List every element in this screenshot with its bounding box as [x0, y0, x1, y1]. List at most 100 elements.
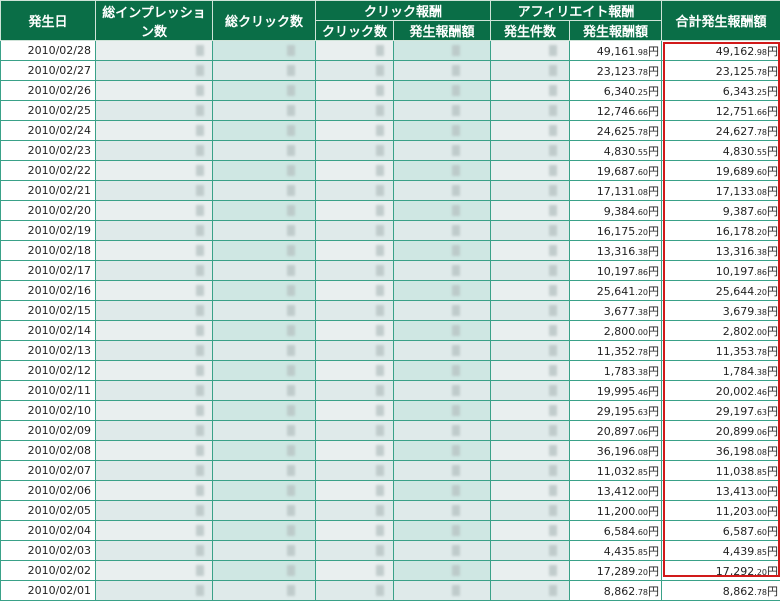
redaction-blur	[452, 225, 460, 236]
cell-click-count-redacted	[316, 221, 394, 241]
currency-unit: 円	[648, 65, 659, 78]
redaction-blur	[549, 505, 557, 516]
amount-integer: 2,802	[723, 325, 755, 338]
cell-clicks-redacted	[213, 241, 316, 261]
header-impressions[interactable]: 総インプレッション数	[96, 1, 213, 41]
cell-clicks-redacted	[213, 421, 316, 441]
cell-date: 2010/02/28	[1, 41, 96, 61]
redaction-blur	[287, 225, 295, 236]
redaction-blur	[549, 565, 557, 576]
redaction-blur	[196, 125, 204, 136]
amount-decimal: .00	[754, 508, 767, 517]
redaction-blur	[452, 85, 460, 96]
cell-click-amount-redacted	[394, 121, 491, 141]
cell-click-count-redacted	[316, 201, 394, 221]
header-total-amount[interactable]: 合計発生報酬額	[662, 1, 780, 41]
redaction-blur	[287, 345, 295, 356]
cell-total-amount: 25,644.20円	[662, 281, 780, 301]
amount-decimal: .08	[635, 448, 648, 457]
header-affiliate-count[interactable]: 発生件数	[491, 21, 570, 41]
cell-total-amount: 49,162.98円	[662, 41, 780, 61]
cell-impressions-redacted	[96, 101, 213, 121]
redaction-blur	[196, 565, 204, 576]
cell-clicks-redacted	[213, 361, 316, 381]
cell-impressions-redacted	[96, 41, 213, 61]
amount-integer: 8,862	[604, 585, 636, 598]
amount-integer: 11,038	[716, 465, 755, 478]
cell-date: 2010/02/24	[1, 121, 96, 141]
amount-decimal: .78	[635, 588, 648, 597]
redaction-blur	[376, 485, 384, 496]
redaction-blur	[287, 305, 295, 316]
redaction-blur	[196, 405, 204, 416]
cell-click-amount-redacted	[394, 181, 491, 201]
cell-impressions-redacted	[96, 281, 213, 301]
redaction-blur	[287, 325, 295, 336]
cell-click-count-redacted	[316, 361, 394, 381]
cell-total-amount: 6,343.25円	[662, 81, 780, 101]
table-row: 2010/02/1029,195.63円29,197.63円	[1, 401, 780, 421]
cell-click-count-redacted	[316, 461, 394, 481]
header-clicks[interactable]: 総クリック数	[213, 1, 316, 41]
cell-click-amount-redacted	[394, 81, 491, 101]
cell-total-amount: 20,002.46円	[662, 381, 780, 401]
amount-integer: 12,751	[716, 105, 755, 118]
header-click-reward: クリック報酬	[316, 1, 491, 21]
redaction-blur	[287, 245, 295, 256]
cell-affiliate-count-redacted	[491, 261, 570, 281]
currency-unit: 円	[648, 265, 659, 278]
cell-impressions-redacted	[96, 401, 213, 421]
cell-date: 2010/02/15	[1, 301, 96, 321]
redaction-blur	[287, 125, 295, 136]
header-date[interactable]: 発生日	[1, 1, 96, 41]
cell-clicks-redacted	[213, 461, 316, 481]
redaction-blur	[287, 565, 295, 576]
cell-click-count-redacted	[316, 81, 394, 101]
cell-affiliate-count-redacted	[491, 301, 570, 321]
redaction-blur	[452, 205, 460, 216]
redaction-blur	[549, 585, 557, 596]
redaction-blur	[549, 145, 557, 156]
amount-decimal: .00	[635, 328, 648, 337]
redaction-blur	[376, 245, 384, 256]
cell-date: 2010/02/19	[1, 221, 96, 241]
cell-affiliate-amount: 11,032.85円	[570, 461, 662, 481]
redaction-blur	[287, 425, 295, 436]
amount-decimal: .60	[635, 528, 648, 537]
currency-unit: 円	[767, 565, 778, 578]
redaction-blur	[376, 285, 384, 296]
redaction-blur	[452, 545, 460, 556]
redaction-blur	[376, 205, 384, 216]
redaction-blur	[196, 45, 204, 56]
amount-integer: 17,133	[716, 185, 755, 198]
header-click-count[interactable]: クリック数	[316, 21, 394, 41]
table-row: 2010/02/018,862.78円8,862.78円	[1, 581, 780, 601]
cell-impressions-redacted	[96, 181, 213, 201]
redaction-blur	[376, 65, 384, 76]
amount-integer: 11,032	[597, 465, 636, 478]
table-row: 2010/02/2849,161.98円49,162.98円	[1, 41, 780, 61]
redaction-blur	[452, 125, 460, 136]
amount-integer: 36,196	[597, 445, 636, 458]
redaction-blur	[287, 105, 295, 116]
cell-total-amount: 13,316.38円	[662, 241, 780, 261]
cell-affiliate-count-redacted	[491, 61, 570, 81]
cell-date: 2010/02/26	[1, 81, 96, 101]
currency-unit: 円	[648, 525, 659, 538]
currency-unit: 円	[767, 505, 778, 518]
header-click-amount[interactable]: 発生報酬額	[394, 21, 491, 41]
cell-click-count-redacted	[316, 301, 394, 321]
redaction-blur	[549, 485, 557, 496]
header-affiliate-amount[interactable]: 発生報酬額	[570, 21, 662, 41]
redaction-blur	[287, 65, 295, 76]
amount-decimal: .38	[754, 368, 767, 377]
cell-impressions-redacted	[96, 241, 213, 261]
cell-affiliate-count-redacted	[491, 441, 570, 461]
currency-unit: 円	[648, 485, 659, 498]
redaction-blur	[452, 145, 460, 156]
cell-click-amount-redacted	[394, 161, 491, 181]
cell-click-count-redacted	[316, 481, 394, 501]
currency-unit: 円	[767, 185, 778, 198]
amount-decimal: .06	[754, 428, 767, 437]
cell-affiliate-amount: 36,196.08円	[570, 441, 662, 461]
